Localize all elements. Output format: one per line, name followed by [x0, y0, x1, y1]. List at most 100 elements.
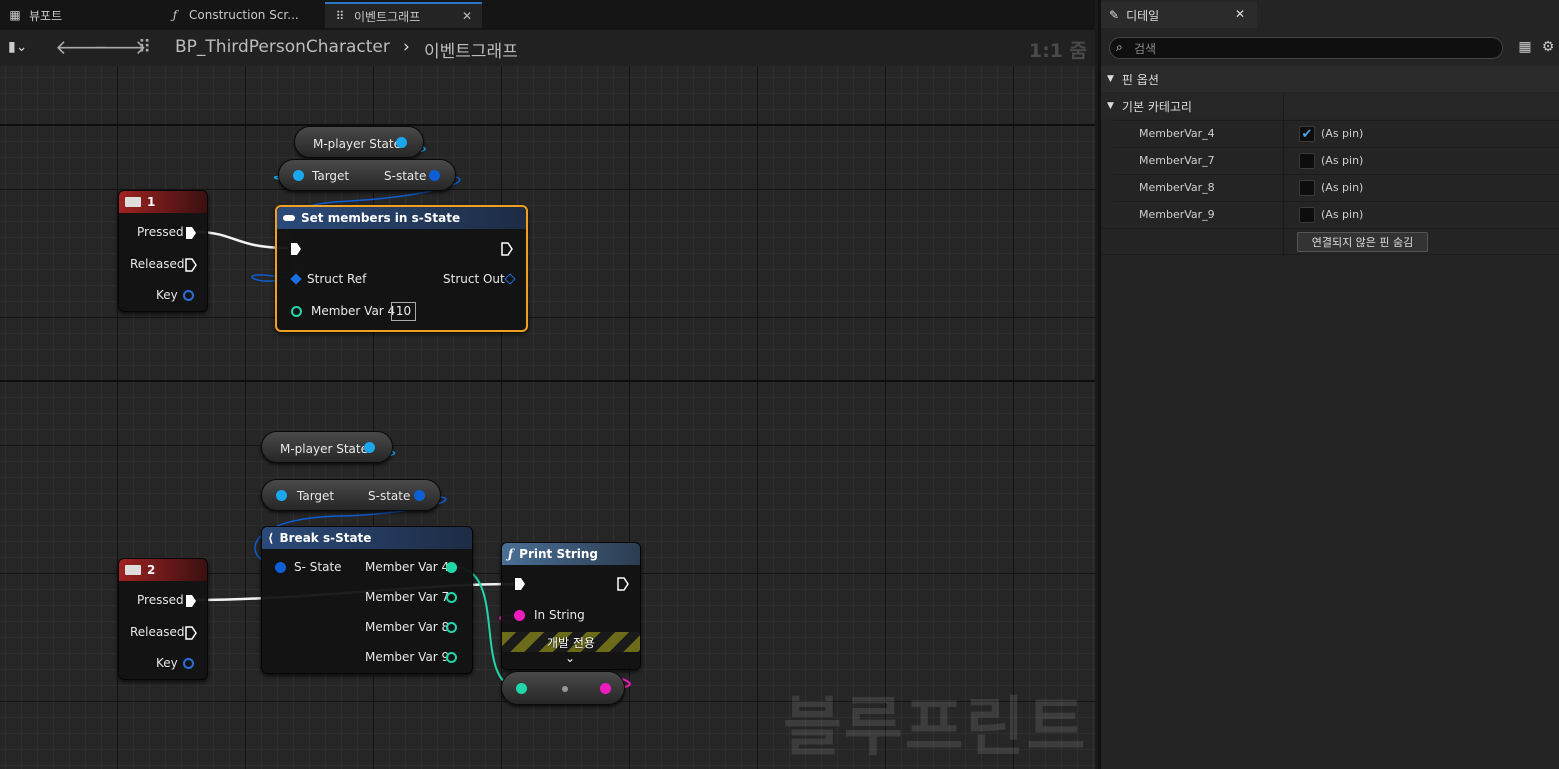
string-in-pin[interactable]	[514, 610, 525, 621]
pin-label: Member Var 4	[365, 560, 450, 574]
pin-label: S-state	[384, 169, 427, 183]
zoom-level: 1:1 줌	[1028, 40, 1087, 62]
details-panel: ✎ 디테일 ✕ ⌕ 검색 ▦ ⚙ ▼ 핀 옵션 ▼ 기본 카테고리 Member…	[1098, 0, 1559, 769]
struct-getter-node[interactable]: Target S-state	[261, 479, 441, 511]
int-out-pin[interactable]	[446, 622, 457, 633]
exec-out-pin[interactable]	[185, 258, 197, 272]
variable-getter-node[interactable]: M-player State	[294, 126, 424, 158]
exec-out-pin[interactable]	[185, 626, 197, 640]
pin-label: Pressed	[137, 225, 184, 239]
pencil-icon: ✎	[1109, 8, 1120, 22]
break-icon: ⟨	[268, 531, 274, 545]
function-icon: ƒ	[172, 8, 178, 22]
function-icon: ƒ	[508, 547, 514, 561]
gear-icon[interactable]: ⚙	[1540, 39, 1556, 55]
pin-label: Member Var 8	[365, 620, 450, 634]
struct-ref-pin[interactable]	[290, 273, 302, 285]
property-value: (As pin)	[1321, 208, 1364, 221]
bookmark-icon[interactable]: ▮⌄	[8, 39, 27, 55]
struct-out-pin[interactable]	[504, 273, 516, 285]
grid-icon: ▦	[9, 8, 21, 22]
tab-event-graph[interactable]: ⠿ 이벤트그래프 ✕	[325, 2, 482, 28]
pin-label: Struct Ref	[307, 272, 367, 286]
pin-label: Member Var 9	[365, 650, 450, 664]
tab-bar: ▦ 뷰포트 ƒ Construction Scr... ⠿ 이벤트그래프 ✕	[0, 0, 1095, 30]
int-out-pin[interactable]	[446, 592, 457, 603]
property-row-membervar-8: MemberVar_8 (As pin)	[1113, 174, 1559, 202]
node-header: Set members in s-State	[277, 207, 526, 229]
struct-out-pin[interactable]	[396, 137, 407, 148]
graph-canvas[interactable]: 블루프린트 1 Pressed Released Key M-player St…	[0, 66, 1095, 769]
default-category-section[interactable]: ▼ 기본 카테고리	[1101, 93, 1559, 119]
property-value: (As pin)	[1321, 181, 1364, 194]
exec-out-pin[interactable]	[185, 226, 197, 240]
conversion-node[interactable]	[501, 671, 625, 705]
exec-in-pin[interactable]	[514, 577, 526, 591]
close-icon[interactable]: ✕	[1235, 7, 1245, 21]
blueprint-graph-icon: ⠿	[138, 37, 152, 58]
as-pin-checkbox[interactable]	[1299, 207, 1315, 223]
struct-out-pin[interactable]	[429, 170, 440, 181]
int-in-pin[interactable]	[516, 683, 527, 694]
exec-out-pin[interactable]	[617, 577, 629, 591]
set-members-node[interactable]: Set members in s-State Struct Ref Struct…	[275, 205, 528, 332]
struct-out-pin[interactable]	[364, 442, 375, 453]
struct-getter-node[interactable]: Target S-state	[278, 159, 456, 191]
break-struct-node[interactable]: ⟨ Break s-State S- State Member Var 4 Me…	[261, 526, 473, 674]
chevron-down-icon[interactable]: ⌄	[565, 651, 575, 665]
key-event-node-1[interactable]: 1 Pressed Released Key	[118, 190, 208, 312]
tab-label: Construction Scr...	[189, 8, 299, 22]
breadcrumb-blueprint[interactable]: BP_ThirdPersonCharacter	[175, 37, 390, 57]
key-pin[interactable]	[183, 290, 194, 301]
node-title: 2	[147, 563, 156, 577]
key-pin[interactable]	[183, 658, 194, 669]
exec-in-pin[interactable]	[290, 242, 302, 256]
dev-only-label: 개발 전용	[547, 636, 595, 650]
int-in-pin[interactable]	[291, 306, 302, 317]
breadcrumb-separator-icon: ›	[403, 37, 410, 57]
hide-unconnected-pins-button[interactable]: 연결되지 않은 핀 숨김	[1297, 232, 1428, 252]
graph-icon: ⠿	[335, 9, 345, 23]
as-pin-checkbox[interactable]: ✔	[1299, 126, 1315, 142]
property-row-membervar-7: MemberVar_7 (As pin)	[1113, 147, 1559, 175]
node-header: ⟨ Break s-State	[262, 527, 472, 549]
breadcrumb-graph[interactable]: 이벤트그래프	[424, 37, 518, 62]
exec-out-pin[interactable]	[501, 242, 513, 256]
tab-viewport[interactable]: ▦ 뷰포트	[0, 2, 160, 28]
collapse-icon: ▼	[1107, 101, 1114, 111]
as-pin-checkbox[interactable]	[1299, 153, 1315, 169]
pin-label: Released	[130, 257, 185, 271]
struct-out-pin[interactable]	[414, 490, 425, 501]
variable-getter-node[interactable]: M-player State	[261, 431, 393, 463]
pin-label: Member Var 4	[311, 304, 396, 318]
exec-out-pin[interactable]	[185, 594, 197, 608]
node-title: Set members in s-State	[301, 211, 461, 225]
key-event-node-2[interactable]: 2 Pressed Released Key	[118, 558, 208, 680]
search-icon: ⌕	[1116, 40, 1123, 54]
tab-label: 이벤트그래프	[354, 9, 421, 24]
search-placeholder: 검색	[1134, 41, 1157, 56]
blueprint-editor: ▦ 뷰포트 ƒ Construction Scr... ⠿ 이벤트그래프 ✕ ▮…	[0, 0, 1559, 769]
struct-icon	[283, 215, 295, 221]
table-view-icon[interactable]: ▦	[1517, 39, 1533, 55]
property-row-membervar-4: MemberVar_4 ✔ (As pin)	[1113, 120, 1559, 148]
int-out-pin[interactable]	[446, 652, 457, 663]
pin-options-section[interactable]: ▼ 핀 옵션	[1101, 66, 1559, 92]
member-value-input[interactable]: 10	[391, 302, 416, 321]
int-out-pin[interactable]	[446, 562, 457, 573]
details-tab[interactable]: ✎ 디테일 ✕	[1101, 2, 1257, 28]
section-title: 핀 옵션	[1121, 72, 1159, 87]
pin-label: Member Var 7	[365, 590, 450, 604]
struct-in-pin[interactable]	[275, 562, 286, 573]
target-pin[interactable]	[276, 490, 287, 501]
tab-construction-script[interactable]: ƒ Construction Scr...	[160, 2, 325, 28]
search-input[interactable]: ⌕ 검색	[1109, 37, 1503, 59]
collapse-icon: ▼	[1107, 74, 1114, 84]
print-string-node[interactable]: ƒ Print String In String 개발 전용 ⌄	[501, 542, 641, 670]
variable-label: M-player State	[313, 137, 401, 151]
close-icon[interactable]: ✕	[462, 9, 472, 23]
as-pin-checkbox[interactable]	[1299, 180, 1315, 196]
string-out-pin[interactable]	[600, 683, 611, 694]
target-pin[interactable]	[293, 170, 304, 181]
pin-label: In String	[534, 608, 585, 622]
